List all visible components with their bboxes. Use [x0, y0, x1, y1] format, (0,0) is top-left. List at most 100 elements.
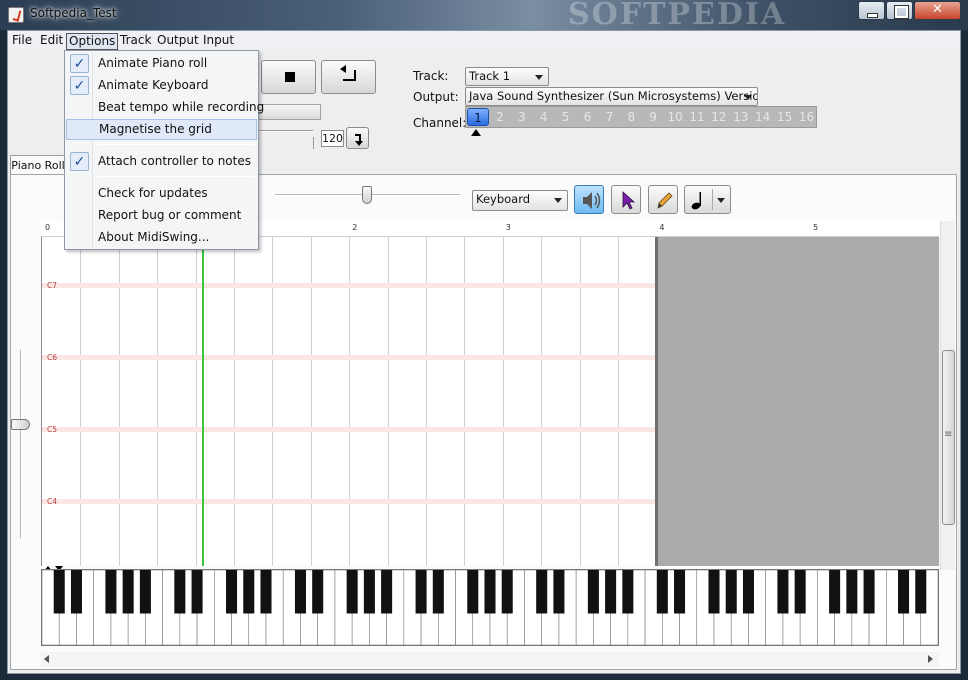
rewind-button[interactable] — [321, 60, 376, 94]
ruler-bar-label: 2 — [352, 223, 358, 232]
channel-button-2[interactable]: 2 — [489, 108, 511, 126]
black-key[interactable] — [501, 570, 513, 614]
black-key[interactable] — [467, 570, 479, 614]
channel-button-8[interactable]: 8 — [620, 108, 642, 126]
menu-options[interactable]: Options — [66, 33, 119, 50]
channel-button-14[interactable]: 14 — [752, 108, 774, 126]
black-key[interactable] — [226, 570, 238, 614]
tempo-field[interactable]: 120 — [321, 130, 344, 147]
black-key[interactable] — [622, 570, 634, 614]
menu-item-animate-keyboard[interactable]: ✓ Animate Keyboard — [66, 75, 257, 96]
black-key[interactable] — [484, 570, 496, 614]
tempo-apply-button[interactable] — [346, 127, 369, 149]
output-select-value: Java Sound Synthesizer (Sun Microsystems… — [469, 89, 758, 103]
black-key[interactable] — [656, 570, 668, 614]
minimize-button[interactable] — [858, 1, 885, 20]
black-key[interactable] — [381, 570, 393, 614]
channel-button-1[interactable]: 1 — [467, 108, 489, 126]
channel-button-16[interactable]: 16 — [796, 108, 818, 126]
black-key[interactable] — [898, 570, 910, 614]
black-key[interactable] — [415, 570, 427, 614]
black-key[interactable] — [708, 570, 720, 614]
tab-piano-roll[interactable]: Piano Roll — [10, 155, 66, 175]
black-key[interactable] — [863, 570, 875, 614]
vertical-scroll-thumb[interactable] — [942, 350, 955, 525]
menu-output[interactable]: Output — [155, 33, 201, 50]
menu-track[interactable]: Track — [118, 33, 153, 50]
menu-item-attach-controller[interactable]: ✓ Attach controller to notes — [66, 151, 257, 172]
black-key[interactable] — [122, 570, 134, 614]
vertical-zoom-thumb[interactable] — [11, 419, 30, 430]
output-select[interactable]: Java Sound Synthesizer (Sun Microsystems… — [465, 87, 758, 106]
black-key[interactable] — [312, 570, 324, 614]
menu-file[interactable]: File — [10, 33, 34, 50]
select-tool-button[interactable] — [611, 185, 641, 214]
black-key[interactable] — [260, 570, 272, 614]
track-select[interactable]: Track 1 — [465, 67, 549, 86]
black-key[interactable] — [915, 570, 927, 614]
channel-button-4[interactable]: 4 — [533, 108, 555, 126]
channel-button-9[interactable]: 9 — [642, 108, 664, 126]
piano-keyboard[interactable] — [41, 569, 939, 646]
vertical-zoom-slider[interactable] — [20, 350, 22, 538]
stop-button[interactable] — [261, 60, 316, 94]
black-key[interactable] — [139, 570, 151, 614]
scroll-left-arrow-icon[interactable] — [44, 655, 49, 663]
black-key[interactable] — [243, 570, 255, 614]
menu-item-label: Report bug or comment — [98, 208, 242, 222]
channel-button-10[interactable]: 10 — [664, 108, 686, 126]
black-key[interactable] — [587, 570, 599, 614]
menu-item-about[interactable]: About MidiSwing... — [66, 227, 257, 248]
maximize-button[interactable] — [886, 1, 913, 20]
channel-button-11[interactable]: 11 — [686, 108, 708, 126]
black-key[interactable] — [742, 570, 754, 614]
black-key[interactable] — [536, 570, 548, 614]
position-slider[interactable] — [258, 130, 313, 132]
black-key[interactable] — [105, 570, 117, 614]
black-key[interactable] — [829, 570, 841, 614]
menu-item-check-updates[interactable]: Check for updates — [66, 183, 257, 204]
black-key[interactable] — [53, 570, 65, 614]
black-key[interactable] — [432, 570, 444, 614]
menu-item-report-bug[interactable]: Report bug or comment — [66, 205, 257, 226]
note-length-select[interactable] — [684, 185, 731, 214]
octave-label: C7 — [47, 281, 58, 290]
black-key[interactable] — [794, 570, 806, 614]
octave-row-highlight — [42, 355, 656, 360]
piano-keys[interactable] — [41, 569, 939, 646]
channel-button-13[interactable]: 13 — [730, 108, 752, 126]
black-key[interactable] — [553, 570, 565, 614]
menu-item-beat-tempo[interactable]: Beat tempo while recording — [66, 97, 264, 118]
black-key[interactable] — [674, 570, 686, 614]
close-button[interactable] — [914, 1, 961, 20]
menu-item-magnetise-grid[interactable]: Magnetise the grid — [66, 119, 257, 140]
menu-edit[interactable]: Edit — [38, 33, 65, 50]
channel-button-12[interactable]: 12 — [708, 108, 730, 126]
black-key[interactable] — [725, 570, 737, 614]
black-key[interactable] — [346, 570, 358, 614]
channel-button-7[interactable]: 7 — [598, 108, 620, 126]
scroll-right-arrow-icon[interactable] — [928, 655, 933, 663]
channel-button-5[interactable]: 5 — [555, 108, 577, 126]
black-key[interactable] — [174, 570, 186, 614]
pencil-tool-button[interactable] — [648, 185, 678, 214]
black-key[interactable] — [191, 570, 203, 614]
channel-button-15[interactable]: 15 — [774, 108, 796, 126]
dropdown-separator — [712, 189, 713, 210]
black-key[interactable] — [70, 570, 82, 614]
black-key[interactable] — [846, 570, 858, 614]
channel-button-6[interactable]: 6 — [577, 108, 599, 126]
menu-item-animate-piano-roll[interactable]: ✓ Animate Piano roll — [66, 53, 257, 74]
title-bar[interactable] — [0, 0, 968, 30]
menu-input[interactable]: Input — [201, 33, 236, 50]
black-key[interactable] — [363, 570, 375, 614]
black-key[interactable] — [605, 570, 617, 614]
ruler-bar-label: 3 — [505, 223, 511, 232]
sound-toggle-button[interactable] — [574, 185, 604, 214]
zoom-slider-thumb[interactable] — [362, 186, 372, 204]
horizontal-scrollbar[interactable] — [41, 652, 939, 667]
black-key[interactable] — [777, 570, 789, 614]
input-mode-select[interactable]: Keyboard — [472, 190, 568, 211]
channel-button-3[interactable]: 3 — [511, 108, 533, 126]
black-key[interactable] — [294, 570, 306, 614]
